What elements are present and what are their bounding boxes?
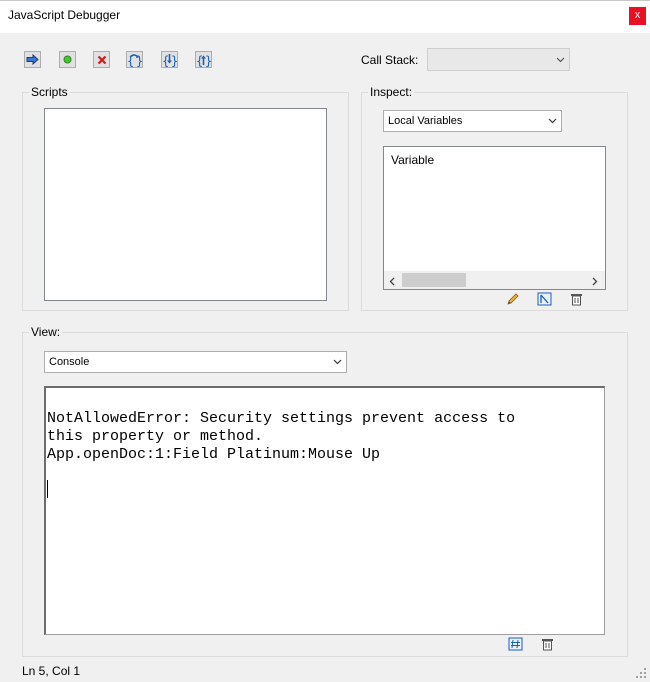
arrow-right-icon xyxy=(26,54,39,65)
step-over-button[interactable]: { } xyxy=(126,51,143,68)
watch-icon xyxy=(537,292,551,305)
view-label: View: xyxy=(29,325,63,339)
quit-button[interactable] xyxy=(93,51,110,68)
svg-text:}: } xyxy=(205,54,211,67)
scroll-right-icon[interactable] xyxy=(592,275,598,289)
pencil-icon xyxy=(507,292,519,305)
step-over-icon: { } xyxy=(127,54,142,67)
chevron-down-icon xyxy=(543,111,561,131)
trash-icon xyxy=(541,638,553,650)
chevron-down-icon xyxy=(551,49,569,70)
console-line: this property or method. xyxy=(47,428,264,445)
close-button[interactable]: x xyxy=(629,7,646,25)
inspect-dropdown[interactable]: Local Variables xyxy=(383,110,562,132)
watch-button[interactable] xyxy=(536,291,552,306)
call-stack-dropdown[interactable] xyxy=(427,48,570,71)
delete-variable-button[interactable] xyxy=(568,291,584,306)
chevron-down-icon xyxy=(328,352,346,372)
hash-icon xyxy=(508,637,522,650)
interrupt-button[interactable] xyxy=(59,51,76,68)
call-stack-label: Call Stack: xyxy=(361,53,419,67)
resize-grip-icon[interactable] xyxy=(636,668,647,682)
variables-list[interactable]: Variable xyxy=(383,146,606,290)
scroll-thumb[interactable] xyxy=(402,273,466,287)
console-line: NotAllowedError: Security settings preve… xyxy=(47,410,516,427)
step-out-icon: { } xyxy=(196,54,211,67)
console-line: App.openDoc:1:Field Platinum:Mouse Up xyxy=(47,446,381,463)
variable-column-header: Variable xyxy=(391,153,435,167)
horizontal-scrollbar[interactable] xyxy=(384,271,605,289)
scroll-left-icon[interactable] xyxy=(389,275,395,289)
toggle-console-button[interactable] xyxy=(507,636,523,651)
status-position: Ln 5, Col 1 xyxy=(22,664,81,678)
edit-variable-button[interactable] xyxy=(505,291,521,306)
green-dot-icon xyxy=(63,55,72,64)
scripts-label: Scripts xyxy=(29,85,70,99)
step-out-button[interactable]: { } xyxy=(195,51,212,68)
step-into-icon: { } xyxy=(162,53,177,67)
clear-console-button[interactable] xyxy=(539,636,555,651)
view-dropdown[interactable]: Console xyxy=(44,351,347,373)
text-cursor xyxy=(47,480,48,498)
window-title: JavaScript Debugger xyxy=(8,8,121,22)
step-into-button[interactable]: { } xyxy=(161,51,178,68)
trash-icon xyxy=(570,293,582,305)
scripts-list[interactable] xyxy=(44,108,327,301)
view-selected: Console xyxy=(49,356,90,368)
resume-button[interactable] xyxy=(24,51,41,68)
inspect-selected: Local Variables xyxy=(388,115,463,127)
svg-text:{: { xyxy=(196,54,203,67)
inspect-label: Inspect: xyxy=(368,85,415,99)
console-output[interactable]: NotAllowedError: Security settings preve… xyxy=(44,386,605,635)
red-x-icon xyxy=(97,55,106,64)
